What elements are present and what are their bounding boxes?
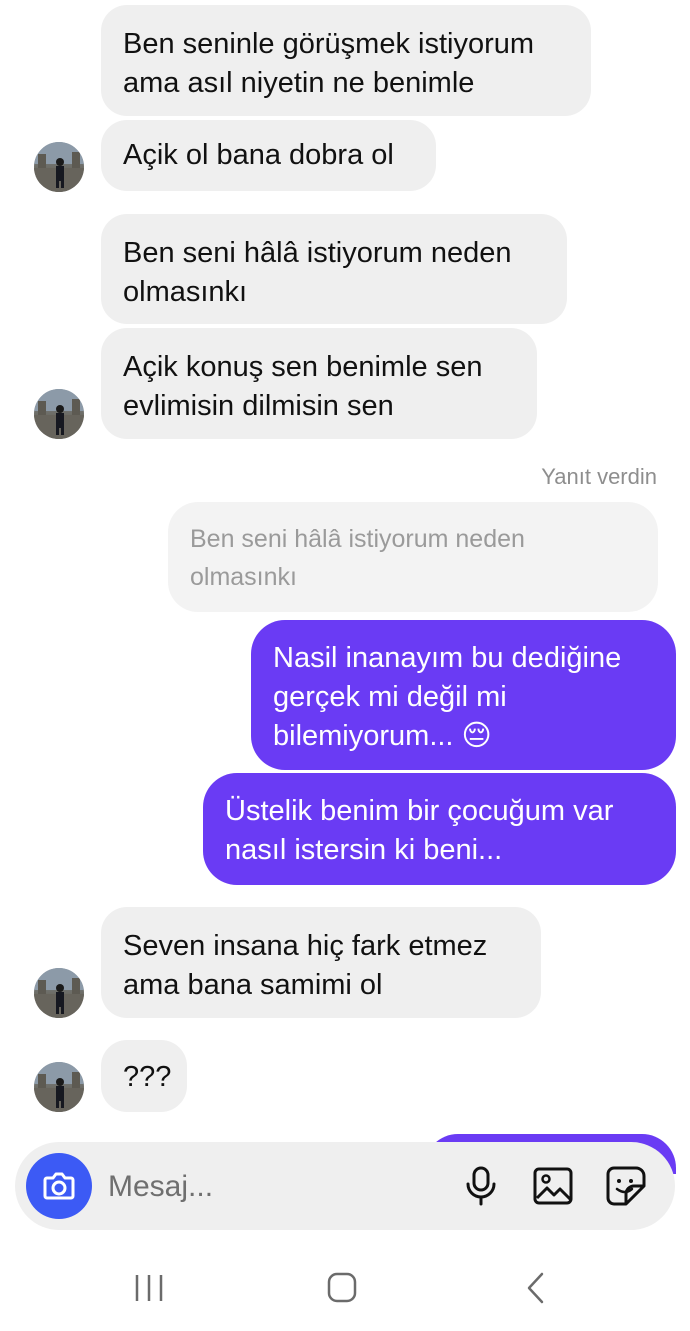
message-input[interactable] bbox=[108, 1166, 438, 1208]
message-bubble-incoming[interactable]: Ben seninle görüşmek istiyorum ama asıl … bbox=[101, 5, 591, 116]
message-bubble-incoming[interactable]: Açik ol bana dobra ol bbox=[101, 120, 436, 191]
reply-label: Yanıt verdin bbox=[541, 464, 657, 489]
back-button[interactable] bbox=[516, 1268, 556, 1308]
recent-apps-icon bbox=[135, 1275, 163, 1301]
contact-avatar[interactable] bbox=[34, 968, 84, 1018]
image-icon bbox=[533, 1167, 573, 1205]
message-bubble-outgoing[interactable]: Üstelik benim bir çocuğum var nasıl iste… bbox=[203, 773, 676, 885]
contact-avatar[interactable] bbox=[34, 389, 84, 439]
recent-apps-button[interactable] bbox=[129, 1268, 169, 1308]
back-icon bbox=[527, 1272, 544, 1304]
contact-avatar[interactable] bbox=[34, 1062, 84, 1112]
camera-button[interactable] bbox=[26, 1153, 92, 1219]
quoted-message[interactable]: Ben seni hâlâ istiyorum neden olmasınkı bbox=[168, 502, 658, 612]
sticker-icon bbox=[606, 1166, 646, 1206]
microphone-button[interactable] bbox=[459, 1164, 503, 1208]
contact-avatar[interactable] bbox=[34, 142, 84, 192]
message-bubble-incoming[interactable]: Açik konuş sen benimle sen evlimisin dil… bbox=[101, 328, 537, 439]
message-bubble-incoming[interactable]: ??? bbox=[101, 1040, 187, 1112]
message-bubble-incoming[interactable]: Seven insana hiç fark etmez ama bana sam… bbox=[101, 907, 541, 1018]
home-icon bbox=[327, 1272, 357, 1303]
sticker-button[interactable] bbox=[604, 1164, 648, 1208]
camera-icon bbox=[43, 1172, 75, 1200]
home-button[interactable] bbox=[322, 1268, 362, 1308]
message-bubble-incoming[interactable]: Ben seni hâlâ istiyorum neden olmasınkı bbox=[101, 214, 567, 324]
gallery-button[interactable] bbox=[531, 1164, 575, 1208]
message-bubble-outgoing[interactable]: Nasil inanayım bu dediğine gerçek mi değ… bbox=[251, 620, 676, 770]
microphone-icon bbox=[466, 1166, 496, 1206]
